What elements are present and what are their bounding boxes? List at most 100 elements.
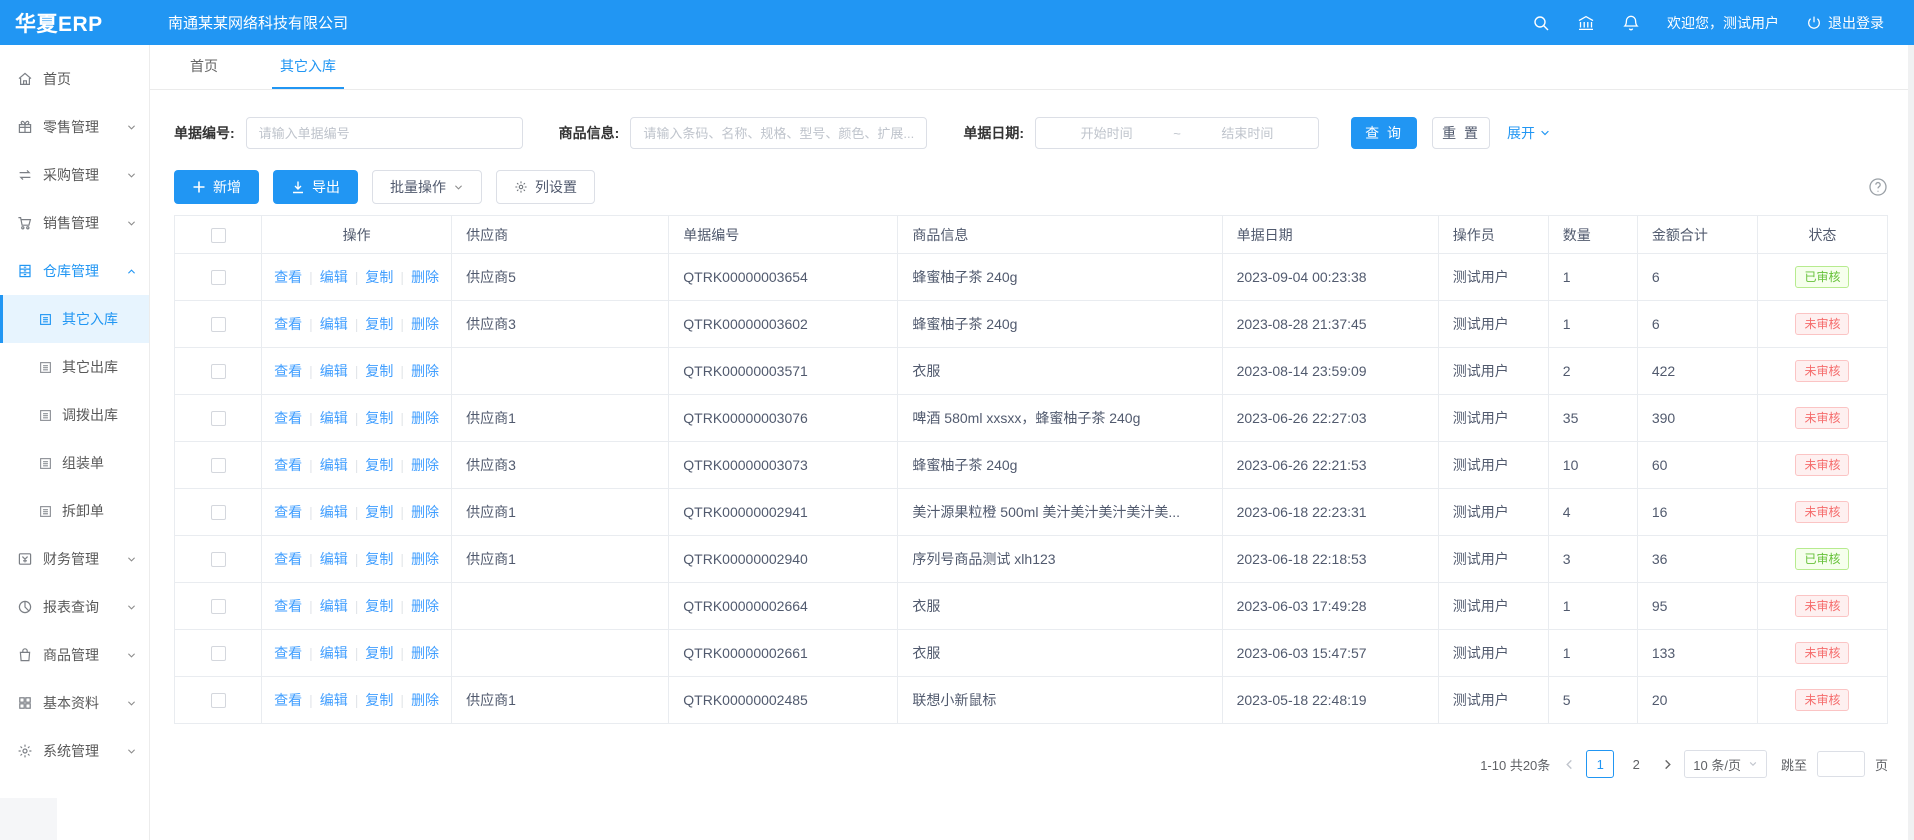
chevron-down-icon — [453, 182, 464, 193]
view-link[interactable]: 查看 — [274, 410, 302, 426]
copy-link[interactable]: 复制 — [365, 645, 393, 661]
delete-link[interactable]: 删除 — [411, 598, 439, 614]
expand-link[interactable]: 展开 — [1507, 123, 1551, 143]
delete-link[interactable]: 删除 — [411, 269, 439, 285]
sidebar-item-system-mgmt[interactable]: 系统管理 — [0, 727, 149, 775]
delete-link[interactable]: 删除 — [411, 410, 439, 426]
copy-link[interactable]: 复制 — [365, 598, 393, 614]
export-button[interactable]: 导出 — [273, 170, 358, 204]
page-size-select[interactable]: 10 条/页 — [1684, 750, 1767, 778]
row-checkbox[interactable] — [211, 505, 226, 520]
select-all-checkbox[interactable] — [211, 228, 226, 243]
view-link[interactable]: 查看 — [274, 645, 302, 661]
copy-link[interactable]: 复制 — [365, 269, 393, 285]
help-icon[interactable] — [1868, 177, 1888, 197]
column-settings-label: 列设置 — [535, 177, 577, 197]
column-settings-button[interactable]: 列设置 — [496, 170, 595, 204]
search-icon[interactable] — [1532, 14, 1550, 32]
product-info-input[interactable] — [630, 117, 927, 149]
delete-link[interactable]: 删除 — [411, 692, 439, 708]
edit-link[interactable]: 编辑 — [320, 269, 348, 285]
batch-actions-button[interactable]: 批量操作 — [372, 170, 482, 204]
row-checkbox[interactable] — [211, 552, 226, 567]
sidebar-item-retail-mgmt[interactable]: 零售管理 — [0, 103, 149, 151]
edit-link[interactable]: 编辑 — [320, 598, 348, 614]
row-checkbox[interactable] — [211, 317, 226, 332]
copy-link[interactable]: 复制 — [365, 504, 393, 520]
cell-date: 2023-08-14 23:59:09 — [1222, 348, 1438, 395]
sidebar-item-goods-mgmt[interactable]: 商品管理 — [0, 631, 149, 679]
date-end-input[interactable] — [1183, 125, 1312, 142]
row-checkbox[interactable] — [211, 270, 226, 285]
view-link[interactable]: 查看 — [274, 363, 302, 379]
view-link[interactable]: 查看 — [274, 316, 302, 332]
copy-link[interactable]: 复制 — [365, 457, 393, 473]
sidebar-item-disassembly-order[interactable]: 拆卸单 — [0, 487, 149, 535]
copy-link[interactable]: 复制 — [365, 410, 393, 426]
edit-link[interactable]: 编辑 — [320, 316, 348, 332]
copy-link[interactable]: 复制 — [365, 551, 393, 567]
page-number-1[interactable]: 1 — [1586, 750, 1614, 778]
edit-link[interactable]: 编辑 — [320, 363, 348, 379]
row-checkbox[interactable] — [211, 458, 226, 473]
delete-link[interactable]: 删除 — [411, 457, 439, 473]
sidebar-item-transfer-outbound[interactable]: 调拨出库 — [0, 391, 149, 439]
sidebar-item-home[interactable]: 首页 — [0, 55, 149, 103]
sidebar-item-finance-mgmt[interactable]: 财务管理 — [0, 535, 149, 583]
row-checkbox[interactable] — [211, 646, 226, 661]
next-page-button[interactable] — [1660, 751, 1674, 777]
delete-link[interactable]: 删除 — [411, 504, 439, 520]
platform-icon[interactable] — [1577, 14, 1595, 32]
view-link[interactable]: 查看 — [274, 598, 302, 614]
edit-link[interactable]: 编辑 — [320, 457, 348, 473]
row-checkbox[interactable] — [211, 364, 226, 379]
row-checkbox[interactable] — [211, 599, 226, 614]
sidebar-item-other-inbound[interactable]: 其它入库 — [0, 295, 149, 343]
edit-link[interactable]: 编辑 — [320, 504, 348, 520]
records-table: 操作供应商单据编号商品信息单据日期操作员数量金额合计状态 查看|编辑|复制|删除… — [174, 215, 1888, 724]
page-number-2[interactable]: 2 — [1622, 750, 1650, 778]
page-scrollbar[interactable] — [1908, 45, 1914, 840]
row-checkbox[interactable] — [211, 693, 226, 708]
view-link[interactable]: 查看 — [274, 457, 302, 473]
edit-link[interactable]: 编辑 — [320, 551, 348, 567]
bell-icon[interactable] — [1622, 14, 1640, 32]
sidebar-item-basic-data[interactable]: 基本资料 — [0, 679, 149, 727]
tabbar: 首页 其它入库 — [150, 45, 1914, 90]
date-range-picker[interactable]: ~ — [1035, 117, 1319, 149]
delete-link[interactable]: 删除 — [411, 363, 439, 379]
edit-link[interactable]: 编辑 — [320, 410, 348, 426]
sidebar-item-purchase-mgmt[interactable]: 采购管理 — [0, 151, 149, 199]
date-start-input[interactable] — [1042, 125, 1171, 142]
sidebar-item-report-query[interactable]: 报表查询 — [0, 583, 149, 631]
add-button[interactable]: 新增 — [174, 170, 259, 204]
copy-link[interactable]: 复制 — [365, 692, 393, 708]
search-button[interactable]: 查 询 — [1351, 117, 1417, 149]
delete-link[interactable]: 删除 — [411, 645, 439, 661]
logout-button[interactable]: 退出登录 — [1806, 13, 1884, 33]
sidebar-item-sales-mgmt[interactable]: 销售管理 — [0, 199, 149, 247]
tab-other-inbound[interactable]: 其它入库 — [272, 45, 344, 89]
sidebar-collapse-area[interactable] — [0, 798, 57, 840]
copy-link[interactable]: 复制 — [365, 316, 393, 332]
view-link[interactable]: 查看 — [274, 551, 302, 567]
copy-link[interactable]: 复制 — [365, 363, 393, 379]
delete-link[interactable]: 删除 — [411, 316, 439, 332]
sidebar-item-assembly-order[interactable]: 组装单 — [0, 439, 149, 487]
edit-link[interactable]: 编辑 — [320, 692, 348, 708]
prev-page-button[interactable] — [1562, 751, 1576, 777]
view-link[interactable]: 查看 — [274, 269, 302, 285]
jump-to-input[interactable] — [1817, 751, 1865, 777]
view-link[interactable]: 查看 — [274, 504, 302, 520]
reset-button[interactable]: 重 置 — [1432, 117, 1490, 149]
delete-link[interactable]: 删除 — [411, 551, 439, 567]
cell-product: 蜂蜜柚子茶 240g — [898, 442, 1222, 489]
row-checkbox[interactable] — [211, 411, 226, 426]
view-link[interactable]: 查看 — [274, 692, 302, 708]
sidebar-item-warehouse-mgmt[interactable]: 仓库管理 — [0, 247, 149, 295]
edit-link[interactable]: 编辑 — [320, 645, 348, 661]
cell-status: 未审核 — [1757, 583, 1887, 630]
tab-home[interactable]: 首页 — [182, 45, 226, 89]
sidebar-item-other-outbound[interactable]: 其它出库 — [0, 343, 149, 391]
bill-no-input[interactable] — [246, 117, 523, 149]
